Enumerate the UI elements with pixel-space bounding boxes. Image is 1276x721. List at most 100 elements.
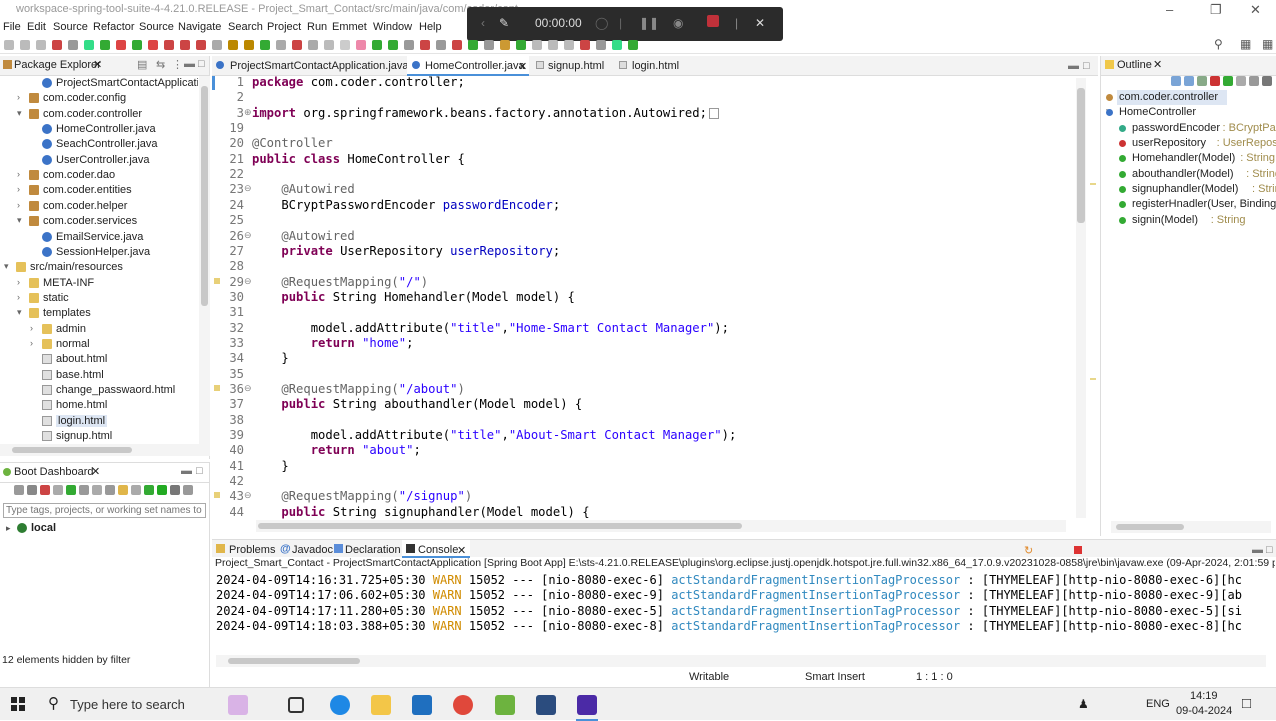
minimize-editor-icon[interactable]: ▬	[1068, 60, 1079, 72]
menu-item-window[interactable]: Window	[373, 21, 412, 33]
toolbar-button-icon[interactable]	[100, 40, 110, 50]
toolbar-button-icon[interactable]	[340, 40, 350, 50]
console-horizontal-scrollbar[interactable]	[216, 655, 1266, 667]
menu-item-source[interactable]: Source	[139, 21, 174, 33]
close-tab-icon[interactable]: ✕	[457, 544, 466, 557]
clock-date[interactable]: 09-04-2024	[1176, 705, 1232, 717]
dashboard-tool-icon[interactable]	[66, 485, 76, 495]
toolbar-button-icon[interactable]	[404, 40, 414, 50]
expand-arrow-icon[interactable]: ›	[30, 338, 33, 348]
tree-item[interactable]: ›com.coder.dao	[0, 168, 198, 183]
toolbar-button-icon[interactable]	[196, 40, 206, 50]
outline-tool-icon[interactable]	[1210, 76, 1220, 86]
expand-arrow-icon[interactable]: ▸	[6, 523, 11, 534]
outline-tool-icon[interactable]	[1184, 76, 1194, 86]
maximize-icon[interactable]: ❐	[1210, 2, 1222, 18]
toolbar-button-icon[interactable]	[52, 40, 62, 50]
expand-arrow-icon[interactable]: ›	[17, 200, 20, 210]
toolbar-button-icon[interactable]	[132, 40, 142, 50]
toolbar-button-icon[interactable]	[36, 40, 46, 50]
tree-item[interactable]: home.html	[0, 398, 198, 413]
toolbar-button-icon[interactable]	[324, 40, 334, 50]
menu-item-source[interactable]: Source	[53, 21, 88, 33]
tab-problems[interactable]: Problems	[229, 544, 275, 556]
outline-item[interactable]: com.coder.controller	[1101, 90, 1276, 105]
tree-item[interactable]: about.html	[0, 352, 198, 367]
spring-tool-suite-icon[interactable]	[495, 695, 515, 715]
tree-item[interactable]: change_passwaord.html	[0, 383, 198, 398]
fold-toggle-icon[interactable]: ⊖	[244, 383, 252, 394]
expand-arrow-icon[interactable]: ▾	[4, 261, 9, 272]
edge-icon[interactable]	[330, 695, 350, 715]
editor-vertical-scrollbar[interactable]	[1076, 78, 1086, 518]
dashboard-tool-icon[interactable]	[144, 485, 154, 495]
expand-arrow-icon[interactable]: ›	[17, 169, 20, 179]
person-icon[interactable]: ♟	[1078, 697, 1089, 711]
toolbar-button-icon[interactable]	[468, 40, 478, 50]
outline-tool-icon[interactable]	[1197, 76, 1207, 86]
expand-arrow-icon[interactable]: ▾	[17, 108, 22, 119]
dashboard-tool-icon[interactable]	[183, 485, 193, 495]
toolbar-button-icon[interactable]	[276, 40, 286, 50]
tree-item[interactable]: ProjectSmartContactApplicati	[0, 76, 198, 91]
outline-item[interactable]: Homehandler(Model) : String	[1101, 151, 1276, 166]
dashboard-tool-icon[interactable]	[118, 485, 128, 495]
tree-item[interactable]: base.html	[0, 368, 198, 383]
tree-item[interactable]: ▾templates	[0, 306, 198, 321]
outline-item[interactable]: passwordEncoder : BCryptPas	[1101, 121, 1276, 136]
dashboard-tool-icon[interactable]	[157, 485, 167, 495]
toolbar-button-icon[interactable]	[612, 40, 622, 50]
tab-declaration[interactable]: Declaration	[345, 544, 401, 556]
menu-item-file[interactable]: File	[3, 21, 21, 33]
toolbar-button-icon[interactable]	[388, 40, 398, 50]
filter-input[interactable]	[3, 503, 206, 518]
menu-item-navigate[interactable]: Navigate	[178, 21, 221, 33]
outline-tool-icon[interactable]	[1171, 76, 1181, 86]
taskbar-search[interactable]: Type here to search	[70, 697, 185, 712]
expand-arrow-icon[interactable]: ›	[17, 277, 20, 287]
tab-login[interactable]: login.html	[632, 60, 679, 72]
toolbar-button-icon[interactable]	[308, 40, 318, 50]
toolbar-button-icon[interactable]	[148, 40, 158, 50]
local-target[interactable]: local	[31, 522, 56, 534]
search-icon[interactable]: ⚲	[1214, 37, 1223, 51]
tree-item[interactable]: ›META-INF	[0, 276, 198, 291]
tab-javadoc[interactable]: Javadoc	[292, 544, 333, 556]
outline-item[interactable]: ▾HomeController	[1101, 105, 1276, 120]
minimize-view-icon[interactable]: ▬	[1252, 544, 1263, 556]
maximize-view-icon[interactable]: □	[196, 465, 203, 477]
chrome-icon[interactable]	[453, 695, 473, 715]
toolbar-button-icon[interactable]	[628, 40, 638, 50]
menu-item-emmet[interactable]: Emmet	[332, 21, 367, 33]
close-view-icon[interactable]: ✕	[91, 465, 100, 478]
toolbar-button-icon[interactable]	[564, 40, 574, 50]
toolbar-button-icon[interactable]	[532, 40, 542, 50]
tab-homecontroller[interactable]: HomeController.java	[425, 60, 525, 72]
dashboard-tool-icon[interactable]	[131, 485, 141, 495]
tree-item[interactable]: ›normal	[0, 337, 198, 352]
clock-time[interactable]: 14:19	[1190, 690, 1218, 702]
dashboard-tool-icon[interactable]	[14, 485, 24, 495]
tree-item[interactable]: EmailService.java	[0, 230, 198, 245]
toolbar-button-icon[interactable]	[596, 40, 606, 50]
tree-item[interactable]: ›com.coder.helper	[0, 199, 198, 214]
toolbar-button-icon[interactable]	[452, 40, 462, 50]
vertical-scrollbar[interactable]	[199, 76, 210, 444]
tree-item[interactable]: ›static	[0, 291, 198, 306]
fold-toggle-icon[interactable]: ⊖	[244, 230, 252, 241]
toolbar-button-icon[interactable]	[436, 40, 446, 50]
notification-icon[interactable]: □	[1242, 695, 1251, 712]
toolbar-button-icon[interactable]	[420, 40, 430, 50]
toolbar-button-icon[interactable]	[516, 40, 526, 50]
toolbar-button-icon[interactable]	[292, 40, 302, 50]
outline-tool-icon[interactable]	[1262, 76, 1272, 86]
mail-icon[interactable]	[412, 695, 432, 715]
minimize-view-icon[interactable]: ▬	[181, 465, 192, 477]
toolbar-button-icon[interactable]	[20, 40, 30, 50]
dashboard-tool-icon[interactable]	[105, 485, 115, 495]
toolbar-button-icon[interactable]	[500, 40, 510, 50]
tree-item[interactable]: SessionHelper.java	[0, 245, 198, 260]
toolbar-button-icon[interactable]	[260, 40, 270, 50]
toolbar-button-icon[interactable]	[548, 40, 558, 50]
fold-toggle-icon[interactable]: ⊕	[244, 107, 252, 118]
